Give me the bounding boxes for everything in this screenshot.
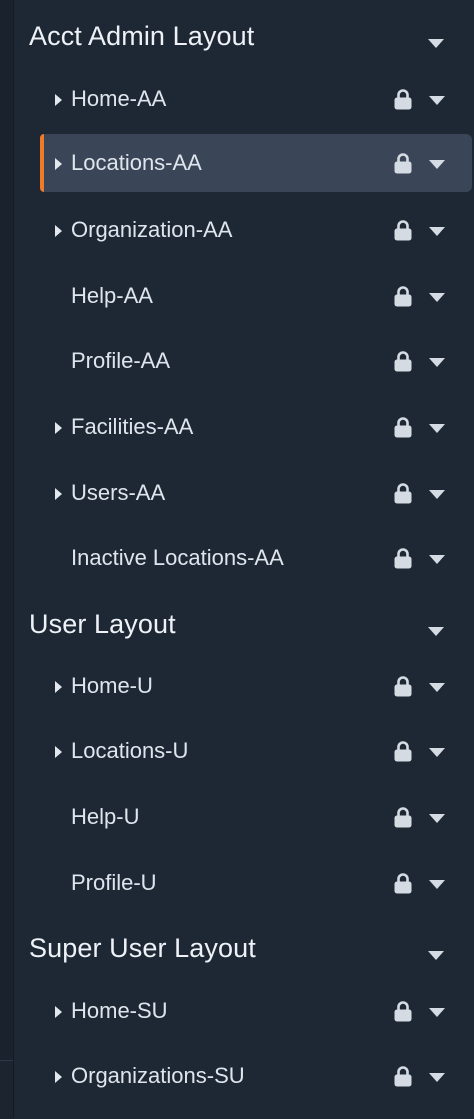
caret-down-icon[interactable] <box>429 96 445 105</box>
group-title: Acct Admin Layout <box>29 20 255 51</box>
caret-down-icon[interactable] <box>429 555 445 564</box>
lock-icon <box>394 89 412 110</box>
caret-right-icon[interactable] <box>55 422 62 434</box>
nav-item-label: Home-AA <box>71 86 167 111</box>
nav-item-organization-aa[interactable]: Organization-AA <box>40 201 472 259</box>
lock-icon <box>394 351 412 372</box>
nav-item-label: Organization-AA <box>71 217 233 242</box>
nav-item-locations-aa[interactable]: Locations-AA <box>40 134 472 192</box>
caret-down-icon[interactable] <box>429 748 445 757</box>
lock-icon <box>394 873 412 894</box>
group-title: User Layout <box>29 608 176 639</box>
lock-icon <box>394 807 412 828</box>
left-panel-edge <box>0 0 14 1119</box>
caret-right-icon[interactable] <box>55 94 62 106</box>
nav-item-home-su[interactable]: Home-SU <box>40 982 472 1040</box>
caret-down-icon[interactable] <box>429 293 445 302</box>
caret-down-icon[interactable] <box>429 424 445 433</box>
lock-icon <box>394 676 412 697</box>
caret-right-icon[interactable] <box>55 746 62 758</box>
caret-down-icon[interactable] <box>429 160 445 169</box>
caret-down-icon[interactable] <box>429 880 445 889</box>
nav-item-label: Organizations-SU <box>71 1063 245 1088</box>
lock-icon <box>394 220 412 241</box>
active-indicator <box>40 134 44 192</box>
nav-item-label: Inactive Locations-AA <box>71 545 284 570</box>
nav-item-home-u[interactable]: Home-U <box>40 657 472 715</box>
caret-right-icon[interactable] <box>55 1071 62 1083</box>
caret-right-icon[interactable] <box>55 681 62 693</box>
group-header-super-user[interactable]: Super User Layout <box>14 918 474 978</box>
caret-down-icon[interactable] <box>428 627 444 636</box>
group-header-acct-admin[interactable]: Acct Admin Layout <box>14 6 474 66</box>
lock-icon <box>394 741 412 762</box>
lock-icon <box>394 286 412 307</box>
nav-item-label: Help-AA <box>71 283 153 308</box>
nav-item-label: Locations-U <box>71 738 189 763</box>
nav-item-label: Profile-U <box>71 870 157 895</box>
nav-item-inactive-locations-aa[interactable]: Inactive Locations-AA <box>40 529 472 587</box>
caret-right-icon[interactable] <box>55 225 62 237</box>
nav-item-label: Home-SU <box>71 998 168 1023</box>
nav-item-organizations-su[interactable]: Organizations-SU <box>40 1047 472 1105</box>
layout-navigation: Acct Admin Layout Home-AA Locations-AA O… <box>14 0 474 1118</box>
nav-item-help-u[interactable]: Help-U <box>40 788 472 846</box>
nav-item-label: Home-U <box>71 673 153 698</box>
caret-down-icon[interactable] <box>428 951 444 960</box>
caret-down-icon[interactable] <box>429 1008 445 1017</box>
nav-item-profile-aa[interactable]: Profile-AA <box>40 332 472 390</box>
nav-item-help-aa[interactable]: Help-AA <box>40 267 472 325</box>
nav-item-label: Help-U <box>71 804 140 829</box>
caret-down-icon[interactable] <box>429 683 445 692</box>
nav-item-facilities-aa[interactable]: Facilities-AA <box>40 398 472 456</box>
lock-icon <box>394 1066 412 1087</box>
caret-right-icon[interactable] <box>55 158 62 170</box>
lock-icon <box>394 548 412 569</box>
nav-item-home-aa[interactable]: Home-AA <box>40 70 472 128</box>
caret-right-icon[interactable] <box>55 1006 62 1018</box>
caret-down-icon[interactable] <box>429 227 445 236</box>
nav-item-label: Users-AA <box>71 480 166 505</box>
lock-icon <box>394 483 412 504</box>
lock-icon <box>394 417 412 438</box>
nav-item-label: Locations-AA <box>71 150 202 175</box>
caret-down-icon[interactable] <box>429 490 445 499</box>
caret-right-icon[interactable] <box>55 488 62 500</box>
nav-item-label: Profile-AA <box>71 348 171 373</box>
left-panel-notch <box>0 1060 13 1119</box>
nav-item-locations-u[interactable]: Locations-U <box>40 722 472 780</box>
caret-down-icon[interactable] <box>429 1073 445 1082</box>
caret-down-icon[interactable] <box>429 358 445 367</box>
nav-item-label: Facilities-AA <box>71 414 194 439</box>
caret-down-icon[interactable] <box>429 814 445 823</box>
caret-down-icon[interactable] <box>428 39 444 48</box>
nav-item-users-aa[interactable]: Users-AA <box>40 464 472 522</box>
group-header-user[interactable]: User Layout <box>14 594 474 654</box>
nav-item-profile-u[interactable]: Profile-U <box>40 854 472 912</box>
group-title: Super User Layout <box>29 932 256 963</box>
lock-icon <box>394 153 412 174</box>
lock-icon <box>394 1001 412 1022</box>
